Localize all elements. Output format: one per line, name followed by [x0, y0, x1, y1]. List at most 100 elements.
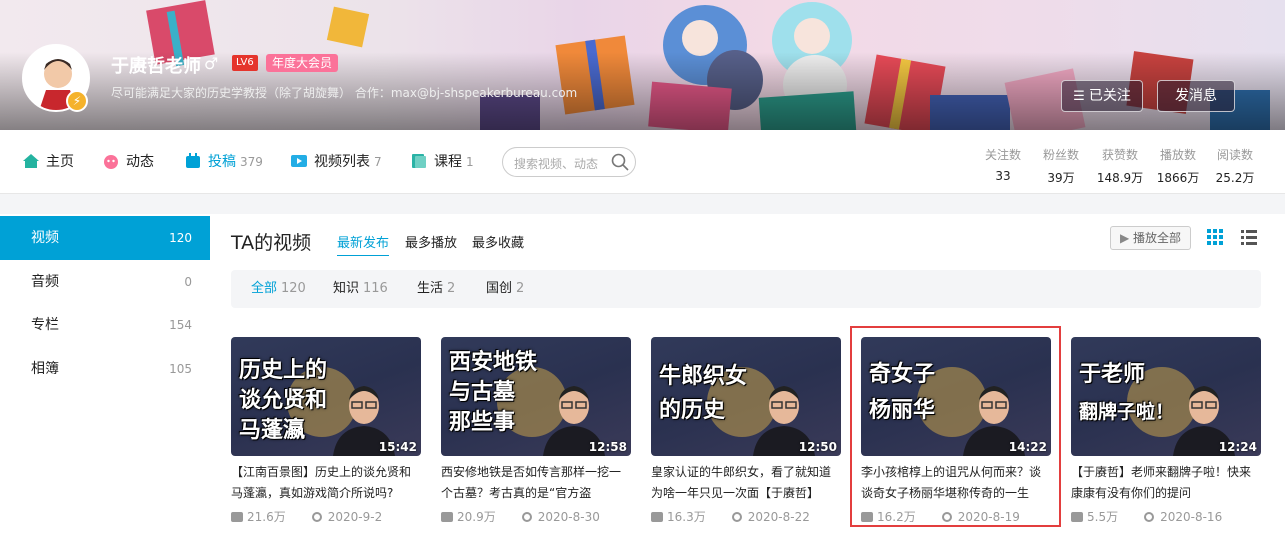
tab-video-lists[interactable]: 视频列表 7: [290, 130, 382, 194]
video-thumbnail[interactable]: 西安地铁 与古墓 那些事 12:58: [441, 337, 631, 456]
thumbnail-caption: 那些事: [449, 409, 516, 435]
video-duration: 12:24: [1218, 440, 1257, 454]
stat-value: 39万: [1047, 171, 1075, 185]
stat-value: 25.2万: [1215, 171, 1255, 185]
thumbnail-caption: 与古墓: [449, 379, 516, 405]
tab-uploads-label: 投稿: [208, 154, 236, 170]
sort-latest[interactable]: 最新发布: [337, 232, 390, 256]
grid-view-icon[interactable]: [1206, 228, 1224, 246]
filter-count: 120: [281, 281, 306, 296]
sidebar-item-count: 0: [184, 275, 192, 289]
search-icon[interactable]: [610, 152, 630, 172]
tab-dynamic-label: 动态: [126, 154, 154, 170]
thumbnail-caption: 西安地铁: [449, 349, 538, 375]
tab-uploads-count: 379: [240, 155, 263, 169]
thumbnail-caption: 马蓬瀛: [239, 417, 306, 443]
video-thumbnail[interactable]: 历史上的 谈允贤和 马蓬瀛 15:42: [231, 337, 421, 456]
sidebar-item-audio[interactable]: 音频 0: [0, 260, 210, 304]
video-duration: 12:58: [588, 440, 627, 454]
sidebar-item-label: 视频: [31, 230, 59, 246]
video-thumbnail[interactable]: 牛郎织女 的历史 12:50: [651, 337, 841, 456]
dynamic-icon: [104, 154, 118, 169]
sidebar-item-video[interactable]: 视频 120: [0, 216, 210, 260]
stat-value: 1866万: [1156, 171, 1200, 185]
video-plays: 5.5万: [1087, 510, 1119, 524]
play-all-button[interactable]: ▶ 播放全部: [1110, 226, 1191, 250]
stat-likes: 获赞数 148.9万: [1095, 146, 1145, 186]
stat-value: 148.9万: [1096, 171, 1144, 185]
home-icon: [23, 153, 39, 168]
tab-dynamic[interactable]: 动态: [102, 130, 154, 194]
menu-icon: ☰: [1073, 89, 1085, 104]
tab-courses-count: 1: [466, 155, 474, 169]
video-title[interactable]: 【于赓哲】老师来翻牌子啦！快来康康有没有你们的提问: [1071, 462, 1261, 504]
clock-icon: [1144, 511, 1155, 522]
follow-button[interactable]: ☰ 已关注: [1061, 80, 1143, 112]
play-count-icon: [651, 511, 663, 522]
follow-label: 已关注: [1088, 88, 1131, 104]
video-meta: 5.5万 2020-8-16: [1071, 508, 1222, 525]
thumbnail-caption: 翻牌子啦！: [1079, 401, 1175, 423]
play-all-label: 播放全部: [1133, 231, 1182, 245]
sort-most-favorited[interactable]: 最多收藏: [472, 232, 524, 251]
stat-fans[interactable]: 粉丝数 39万: [1036, 146, 1086, 186]
video-meta: 21.6万 2020-9-2: [231, 508, 382, 525]
tab-uploads[interactable]: 投稿 379: [184, 130, 263, 194]
sidebar-item-articles[interactable]: 专栏 154: [0, 303, 210, 347]
play-count-icon: [1071, 511, 1083, 522]
video-date: 2020-8-22: [747, 510, 810, 524]
video-duration: 12:50: [798, 440, 837, 454]
video-title[interactable]: 西安修地铁是否如传言那样一挖一个古墓？考古真的是“官方盗: [441, 462, 631, 504]
stat-following[interactable]: 关注数 33: [978, 146, 1028, 183]
user-name[interactable]: 于赓哲老师: [111, 52, 201, 78]
message-button[interactable]: 发消息: [1157, 80, 1235, 112]
video-meta: 16.3万 2020-8-22: [651, 508, 810, 525]
clock-icon: [521, 511, 532, 522]
vip-badge[interactable]: 年度大会员: [266, 54, 339, 72]
tab-video-lists-label: 视频列表: [314, 154, 370, 170]
video-duration: 15:42: [378, 440, 417, 454]
stat-key: 获赞数: [1101, 148, 1138, 162]
stat-plays: 播放数 1866万: [1153, 146, 1203, 186]
course-icon: [412, 153, 426, 168]
filter-guochuang[interactable]: 国创 2: [486, 270, 524, 308]
search-box[interactable]: 搜索视频、动态: [502, 147, 636, 177]
user-sign: 尽可能满足大家的历史学教授（除了胡旋舞） 合作：max@bj-shspeaker…: [111, 86, 578, 100]
filter-label: 生活: [417, 281, 444, 296]
video-date: 2020-8-16: [1160, 510, 1223, 524]
tab-home[interactable]: 主页: [22, 130, 74, 194]
thumbnail-caption: 牛郎织女: [659, 363, 748, 389]
video-title[interactable]: 【江南百景图】历史上的谈允贤和马蓬瀛，真如游戏简介所说吗?: [231, 462, 421, 504]
video-thumbnail[interactable]: 于老师 翻牌子啦！ 12:24: [1071, 337, 1261, 456]
thumbnail-caption: 谈允贤和: [239, 387, 328, 413]
play-icon: ▶: [1119, 231, 1134, 245]
sidebar-item-albums[interactable]: 相簿 105: [0, 347, 210, 391]
sidebar-item-label: 音频: [31, 274, 59, 290]
filter-all[interactable]: 全部 120: [251, 270, 306, 308]
video-list-icon: [291, 154, 307, 167]
sidebar-item-count: 105: [169, 362, 192, 376]
video-title[interactable]: 皇家认证的牛郎织女，看了就知道为啥一年只见一次面【于赓哲】: [651, 462, 841, 504]
list-view-icon[interactable]: [1240, 228, 1258, 246]
sort-most-played[interactable]: 最多播放: [405, 232, 457, 251]
filter-label: 知识: [333, 281, 360, 296]
play-count-icon: [441, 511, 453, 522]
thumbnail-caption: 的历史: [659, 397, 726, 423]
video-meta: 20.9万 2020-8-30: [441, 508, 600, 525]
tab-courses[interactable]: 课程 1: [410, 130, 474, 194]
uploads-icon: [186, 152, 200, 168]
male-icon: ♂: [204, 54, 219, 73]
lightning-badge-icon: ⚡: [66, 90, 88, 112]
video-date: 2020-8-30: [537, 510, 600, 524]
play-count-icon: [231, 511, 243, 522]
filter-knowledge[interactable]: 知识 116: [333, 270, 388, 308]
tab-video-lists-count: 7: [374, 155, 382, 169]
level-badge: LV6: [232, 55, 258, 71]
tab-home-label: 主页: [46, 154, 74, 170]
sidebar: 视频 120 音频 0 专栏 154 相簿 105: [0, 214, 210, 537]
filter-count: 116: [363, 281, 388, 296]
section-title: TA的视频: [231, 232, 312, 254]
sidebar-item-count: 120: [169, 231, 192, 245]
thumbnail-caption: 于老师: [1079, 361, 1146, 387]
filter-life[interactable]: 生活 2: [417, 270, 455, 308]
